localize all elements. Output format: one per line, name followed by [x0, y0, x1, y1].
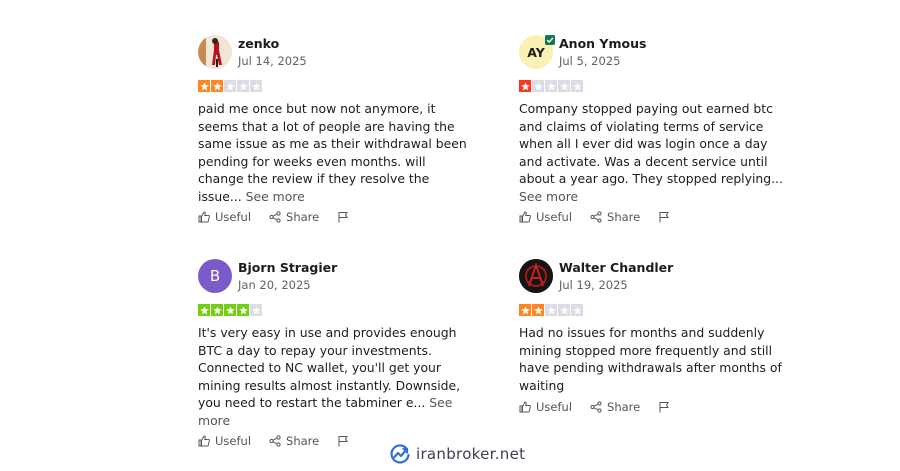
- star-empty-icon: [558, 304, 570, 316]
- review-actions: Useful Share: [519, 399, 693, 415]
- useful-label: Useful: [215, 434, 252, 448]
- review-body: It's very easy in use and provides enoug…: [198, 325, 461, 410]
- reviewer-name[interactable]: zenko: [238, 35, 307, 52]
- useful-button[interactable]: Useful: [519, 399, 572, 415]
- share-button[interactable]: Share: [269, 209, 319, 225]
- review-body: Company stopped paying out earned btc an…: [519, 101, 783, 186]
- share-label: Share: [607, 400, 641, 414]
- star-empty-icon: [545, 304, 557, 316]
- see-more-link[interactable]: See more: [246, 189, 305, 204]
- reviewer-name[interactable]: Bjorn Stragier: [238, 259, 337, 276]
- star-rating: [519, 80, 789, 92]
- thumbs-up-icon: [198, 211, 210, 223]
- avatar[interactable]: [519, 259, 553, 293]
- star-rating: [198, 80, 468, 92]
- share-icon: [269, 211, 281, 223]
- star-empty-icon: [250, 304, 262, 316]
- star-empty-icon: [224, 80, 236, 92]
- share-button[interactable]: Share: [590, 399, 640, 415]
- review-date: Jul 5, 2025: [559, 53, 621, 68]
- star-empty-icon: [545, 80, 557, 92]
- flag-icon: [659, 402, 670, 413]
- review-text: Company stopped paying out earned btc an…: [519, 100, 789, 205]
- useful-button[interactable]: Useful: [519, 209, 572, 225]
- star-filled-icon: [211, 80, 223, 92]
- verified-check-icon: [545, 35, 555, 45]
- share-label: Share: [286, 210, 320, 224]
- report-button[interactable]: [658, 399, 675, 415]
- person-photo-icon: [198, 35, 232, 69]
- star-filled-icon: [198, 304, 210, 316]
- report-button[interactable]: [658, 209, 675, 225]
- anarchy-symbol-icon: [519, 259, 553, 293]
- reviewer-name[interactable]: Anon Ymous: [559, 35, 646, 52]
- watermark: iranbroker.net: [389, 443, 525, 465]
- share-button[interactable]: Share: [590, 209, 640, 225]
- star-empty-icon: [558, 80, 570, 92]
- flag-icon: [338, 436, 349, 447]
- star-filled-icon: [224, 304, 236, 316]
- star-rating: [519, 304, 789, 316]
- avatar-initials: B: [209, 267, 221, 285]
- useful-label: Useful: [536, 400, 573, 414]
- flag-icon: [338, 212, 349, 223]
- useful-label: Useful: [536, 210, 573, 224]
- useful-button[interactable]: Useful: [198, 433, 251, 449]
- star-empty-icon: [250, 80, 262, 92]
- share-label: Share: [286, 434, 320, 448]
- review-date: Jul 14, 2025: [238, 53, 307, 68]
- star-filled-icon: [237, 304, 249, 316]
- star-filled-icon: [532, 304, 544, 316]
- star-filled-icon: [211, 304, 223, 316]
- star-empty-icon: [532, 80, 544, 92]
- review-text: Had no issues for months and suddenly mi…: [519, 324, 789, 394]
- avatar-initials: AY: [527, 44, 545, 60]
- report-button[interactable]: [337, 433, 354, 449]
- star-filled-icon: [198, 80, 210, 92]
- review-card: Walter Chandler Jul 19, 2025 Had no issu…: [519, 258, 789, 414]
- share-icon: [269, 435, 281, 447]
- star-empty-icon: [237, 80, 249, 92]
- review-card: B Bjorn Stragier Jan 20, 2025 It's very …: [198, 258, 468, 448]
- review-text: It's very easy in use and provides enoug…: [198, 324, 468, 429]
- report-button[interactable]: [337, 209, 354, 225]
- review-date: Jul 19, 2025: [559, 277, 628, 292]
- review-card: AY Anon Ymous Jul 5, 2025 Company stoppe…: [519, 34, 789, 224]
- avatar[interactable]: [198, 35, 232, 69]
- review-date: Jan 20, 2025: [238, 277, 311, 292]
- useful-label: Useful: [215, 210, 252, 224]
- reviewer-name[interactable]: Walter Chandler: [559, 259, 673, 276]
- share-icon: [590, 401, 602, 413]
- growth-chart-logo-icon: [390, 444, 410, 464]
- review-text: paid me once but now not anymore, it see…: [198, 100, 468, 205]
- star-filled-icon: [519, 80, 531, 92]
- useful-button[interactable]: Useful: [198, 209, 251, 225]
- review-actions: Useful Share: [519, 209, 693, 225]
- star-empty-icon: [571, 80, 583, 92]
- avatar[interactable]: AY: [519, 35, 555, 69]
- star-rating: [198, 304, 468, 316]
- share-label: Share: [607, 210, 641, 224]
- flag-icon: [659, 212, 670, 223]
- see-more-link[interactable]: See more: [519, 189, 578, 204]
- share-button[interactable]: Share: [269, 433, 319, 449]
- share-icon: [590, 211, 602, 223]
- review-card: zenko Jul 14, 2025 paid me once but now …: [198, 34, 468, 224]
- avatar[interactable]: B: [198, 259, 232, 293]
- review-actions: Useful Share: [198, 433, 372, 449]
- review-actions: Useful Share: [198, 209, 372, 225]
- thumbs-up-icon: [198, 435, 210, 447]
- review-body: paid me once but now not anymore, it see…: [198, 101, 467, 204]
- thumbs-up-icon: [519, 401, 531, 413]
- watermark-text: iranbroker.net: [416, 445, 526, 463]
- star-filled-icon: [519, 304, 531, 316]
- star-empty-icon: [571, 304, 583, 316]
- review-body: Had no issues for months and suddenly mi…: [519, 325, 782, 393]
- thumbs-up-icon: [519, 211, 531, 223]
